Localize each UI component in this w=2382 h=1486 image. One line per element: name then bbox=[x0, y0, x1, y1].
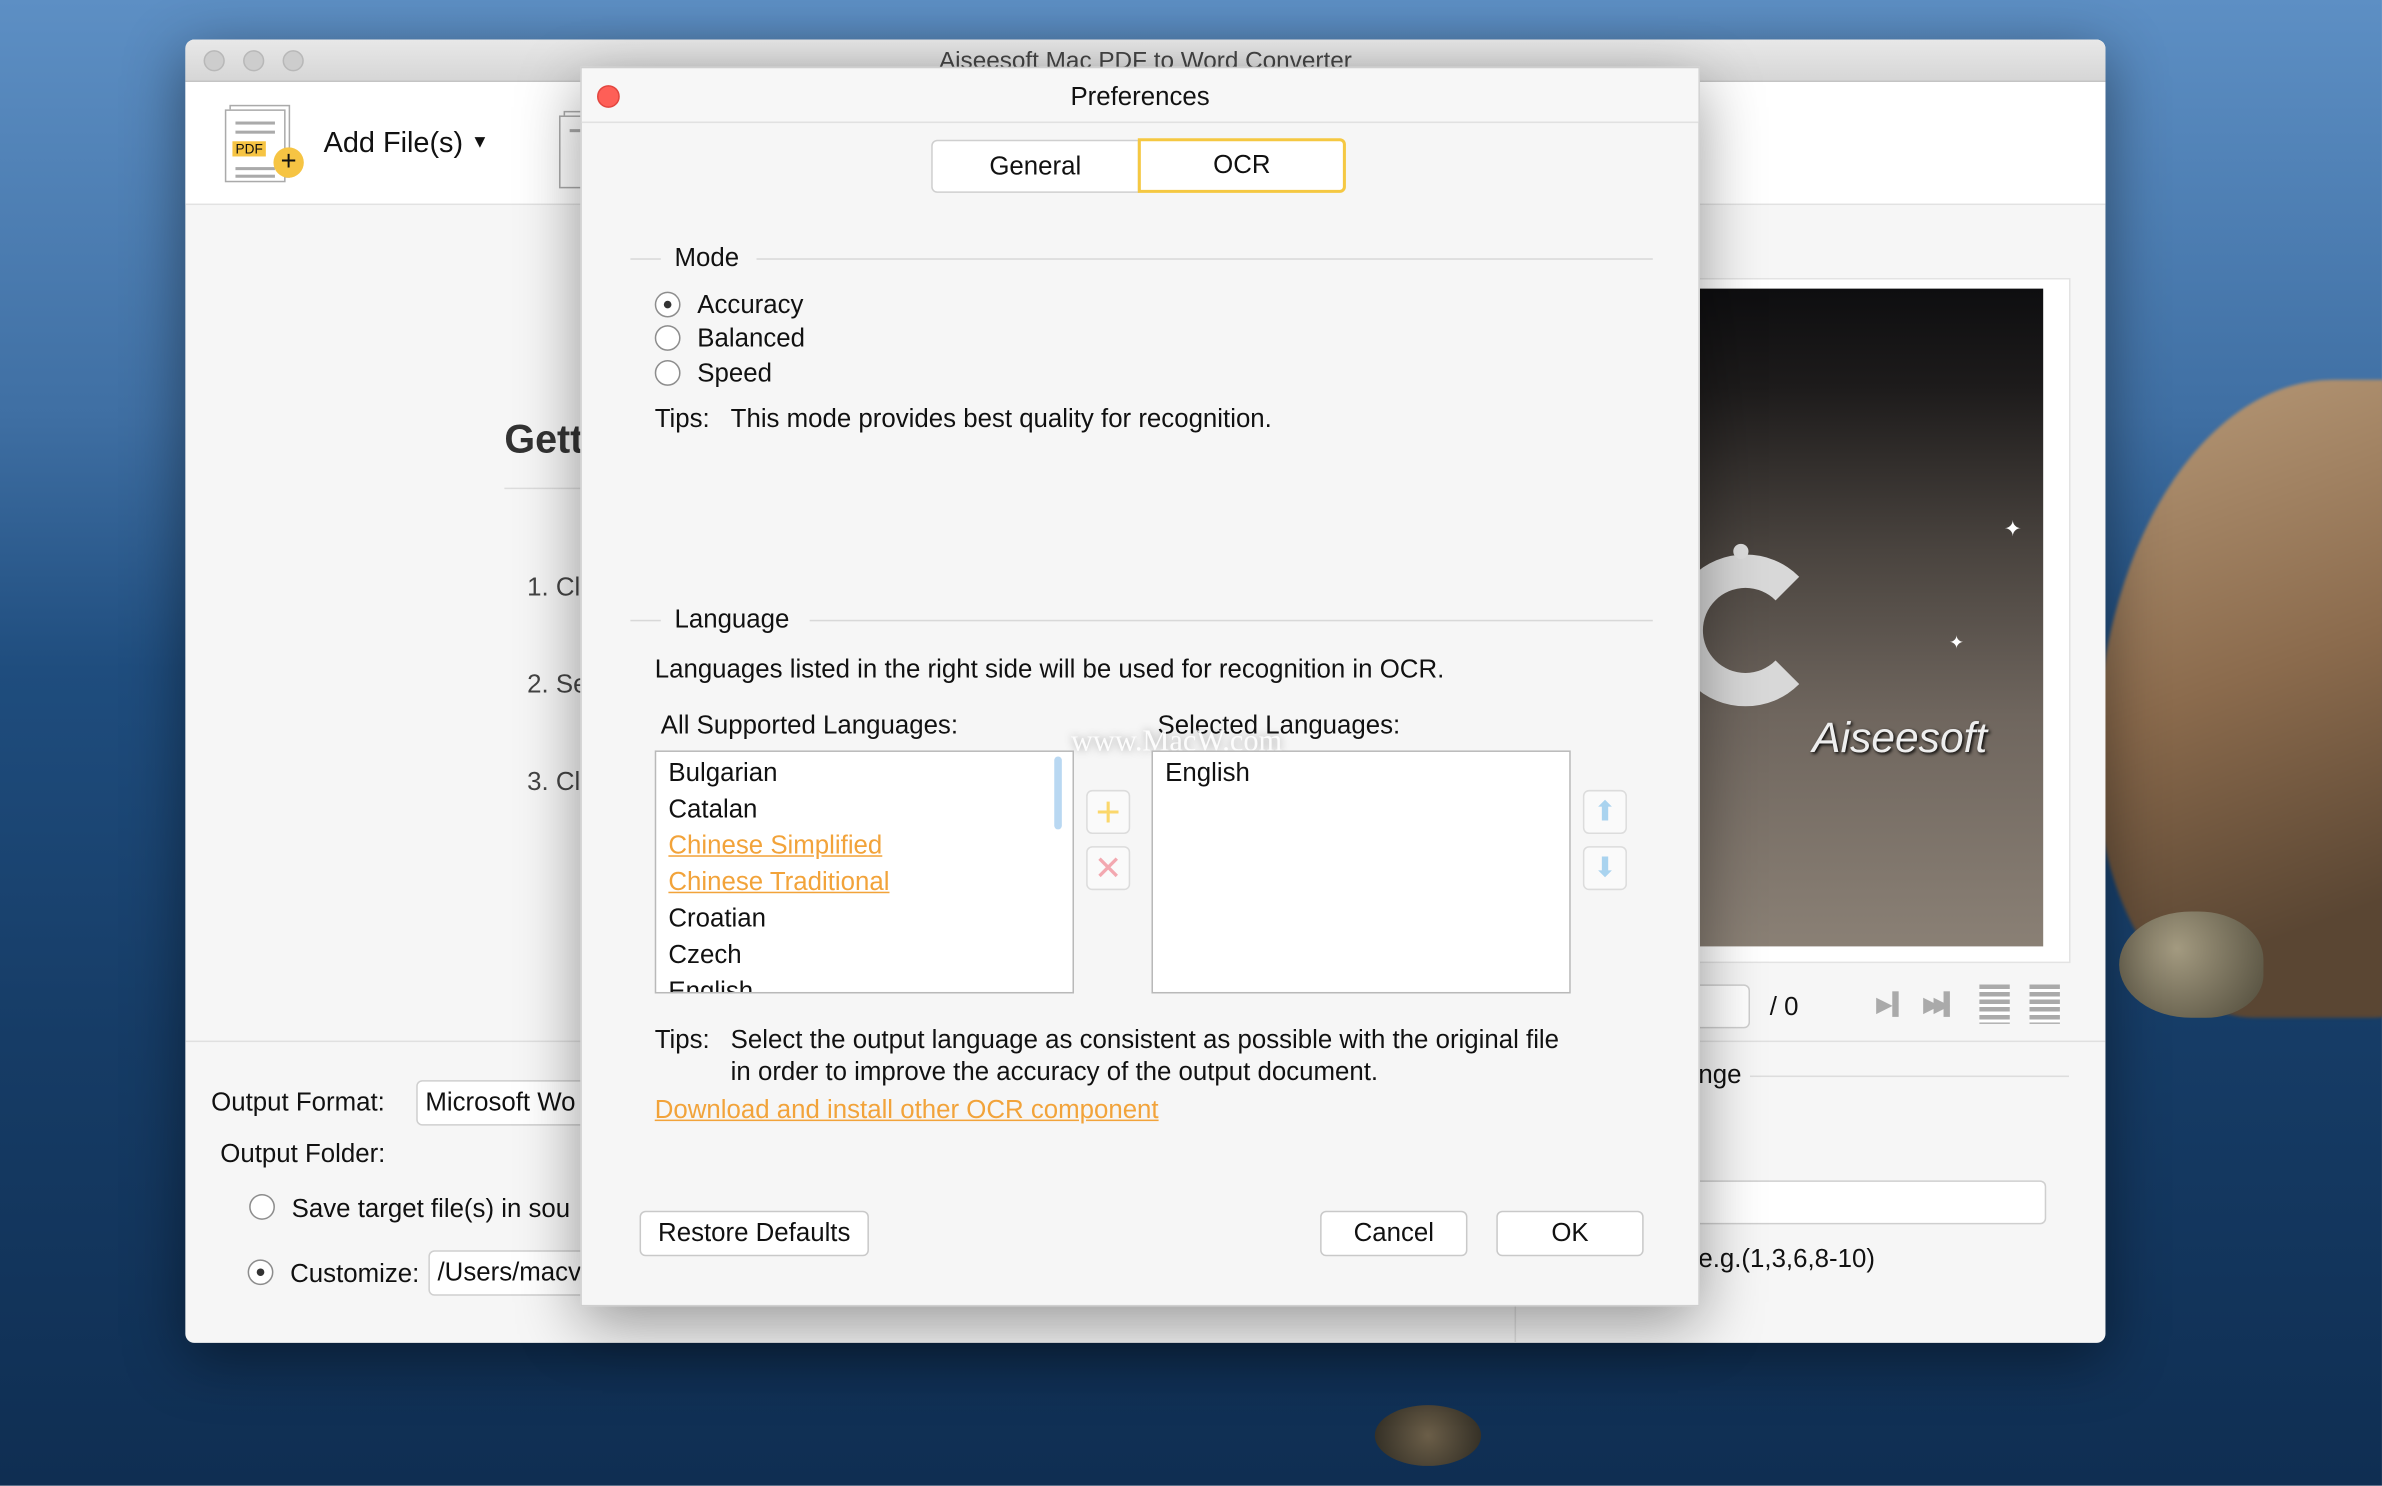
sparkle-icon: ✦ bbox=[1949, 631, 1965, 654]
list-item[interactable]: Catalan bbox=[656, 791, 1072, 827]
divider bbox=[1750, 1075, 2070, 1078]
logo-dot bbox=[1733, 543, 1749, 560]
last-page-icon[interactable]: ▶▶▍ bbox=[1923, 992, 1960, 1018]
mode-accuracy-radio[interactable] bbox=[654, 291, 681, 318]
wallpaper-rock bbox=[2119, 911, 2264, 1018]
mode-speed-label: Speed bbox=[697, 358, 772, 388]
mode-balanced-label: Balanced bbox=[697, 323, 805, 353]
download-ocr-link[interactable]: Download and install other OCR component bbox=[655, 1095, 1159, 1125]
customize-label: Customize: bbox=[290, 1259, 420, 1289]
tab-ocr[interactable]: OCR bbox=[1137, 138, 1346, 193]
list-item[interactable]: Czech bbox=[656, 937, 1072, 973]
page-range-label: nge bbox=[1698, 1060, 1742, 1090]
output-format-label: Output Format: bbox=[211, 1087, 385, 1117]
cancel-button[interactable]: Cancel bbox=[1320, 1210, 1468, 1257]
language-tips-label: Tips: bbox=[654, 1025, 710, 1055]
page-export-icon[interactable] bbox=[2029, 984, 2060, 1024]
output-folder-label: Output Folder: bbox=[220, 1139, 386, 1169]
language-group-label: Language bbox=[674, 604, 790, 634]
language-tips-line1: Select the output language as consistent… bbox=[730, 1025, 1560, 1055]
list-item[interactable]: Croatian bbox=[656, 901, 1072, 937]
next-page-icon[interactable]: ▶▍ bbox=[1876, 992, 1909, 1018]
all-languages-list[interactable]: Bulgarian Catalan Chinese Simplified Chi… bbox=[654, 750, 1075, 994]
save-source-label: Save target file(s) in sou bbox=[291, 1194, 571, 1223]
scrollbar[interactable] bbox=[1054, 756, 1062, 830]
dropdown-arrow-icon[interactable]: ▼ bbox=[471, 131, 489, 152]
list-item[interactable]: Bulgarian bbox=[656, 755, 1072, 791]
wallpaper-rock bbox=[1374, 1405, 1482, 1466]
mode-balanced-radio[interactable] bbox=[654, 325, 681, 351]
preferences-dialog: Preferences General OCR Mode Accuracy Ba… bbox=[580, 66, 1700, 1307]
logo-text: Aiseesoft bbox=[1812, 713, 1988, 762]
move-up-button[interactable]: ⬆ bbox=[1582, 789, 1627, 834]
divider bbox=[630, 619, 661, 622]
arrow-up-icon: ⬆ bbox=[1593, 796, 1617, 827]
list-item-downloadable[interactable]: Chinese Simplified bbox=[656, 828, 1072, 864]
remove-language-button[interactable]: ✕ bbox=[1086, 846, 1131, 891]
step-1: 1. Cl bbox=[527, 572, 581, 602]
page-view-icon[interactable] bbox=[1979, 984, 2010, 1024]
ok-button[interactable]: OK bbox=[1496, 1210, 1644, 1257]
mode-accuracy-label: Accuracy bbox=[697, 290, 804, 320]
customize-radio[interactable] bbox=[247, 1259, 274, 1286]
sparkle-icon: ✦ bbox=[2003, 516, 2022, 541]
list-item[interactable]: English bbox=[656, 974, 1072, 992]
dialog-title: Preferences bbox=[1070, 82, 1210, 111]
add-files-label: Add File(s) bbox=[323, 127, 464, 160]
mode-tips-text: This mode provides best quality for reco… bbox=[730, 404, 1272, 433]
language-tips-line2: in order to improve the accuracy of the … bbox=[730, 1057, 1379, 1087]
preview-image: Aiseesoft ✦ ✦ bbox=[1669, 288, 2044, 947]
move-down-button[interactable]: ⬇ bbox=[1582, 846, 1627, 891]
save-source-radio[interactable] bbox=[249, 1194, 275, 1220]
desktop: Aiseesoft Mac PDF to Word Converter PDF … bbox=[0, 0, 2382, 1486]
preview-panel: Aiseesoft ✦ ✦ bbox=[1669, 277, 2071, 964]
restore-defaults-button[interactable]: Restore Defaults bbox=[639, 1210, 869, 1257]
step-2: 2. Se bbox=[527, 669, 588, 699]
arrow-down-icon: ⬇ bbox=[1593, 852, 1617, 883]
getting-started-heading: Gett bbox=[504, 416, 584, 462]
step-3: 3. Cl bbox=[527, 767, 581, 797]
divider bbox=[756, 258, 1653, 260]
list-item[interactable]: English bbox=[1153, 755, 1569, 791]
tab-general[interactable]: General bbox=[931, 139, 1140, 193]
language-description: Languages listed in the right side will … bbox=[654, 654, 1445, 684]
dialog-title-bar: Preferences bbox=[581, 68, 1699, 124]
page-total: / 0 bbox=[1769, 991, 1799, 1021]
mode-speed-radio[interactable] bbox=[654, 360, 681, 386]
all-languages-label: All Supported Languages: bbox=[660, 710, 959, 740]
selected-languages-list[interactable]: English bbox=[1151, 750, 1571, 994]
plus-icon: + bbox=[1095, 787, 1121, 835]
page-range-hint: e.g.(1,3,6,8-10) bbox=[1698, 1244, 1875, 1274]
page-range-input[interactable] bbox=[1689, 1180, 2047, 1225]
mode-tips-label: Tips: bbox=[654, 404, 710, 433]
divider bbox=[809, 619, 1653, 622]
add-files-button[interactable]: PDF + Add File(s) ▼ bbox=[222, 103, 495, 188]
divider bbox=[630, 258, 661, 260]
add-language-button[interactable]: + bbox=[1086, 787, 1131, 835]
mode-group-label: Mode bbox=[674, 243, 740, 272]
list-item-downloadable[interactable]: Chinese Traditional bbox=[656, 864, 1072, 900]
close-icon: ✕ bbox=[1094, 848, 1123, 887]
plus-icon: + bbox=[273, 147, 304, 178]
